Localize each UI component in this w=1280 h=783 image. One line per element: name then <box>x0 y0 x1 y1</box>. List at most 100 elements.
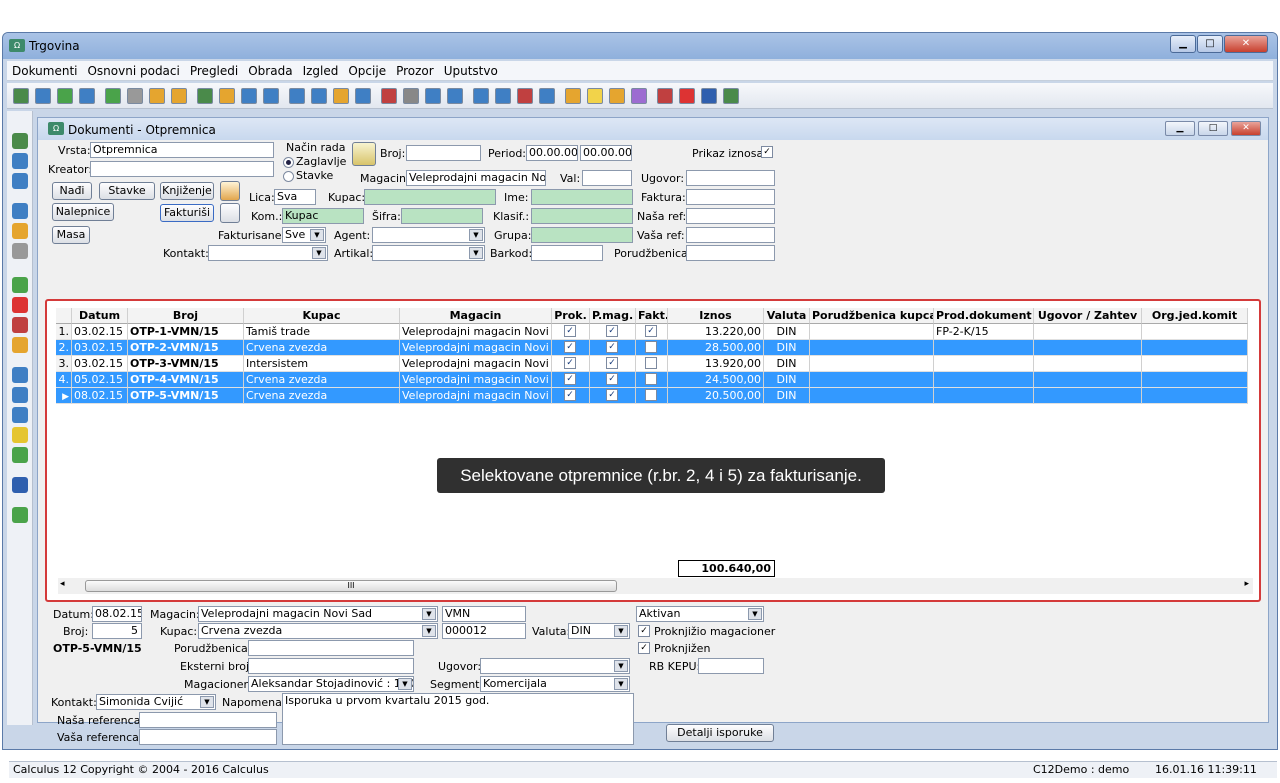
user-lock-icon[interactable] <box>220 181 240 201</box>
table-row[interactable]: 4. 05.02.15 OTP-4-VMN/15 Crvena zvezda Velep… <box>56 372 1254 388</box>
detail-nasa-ref-field[interactable] <box>139 712 277 728</box>
toolbar-tool-icon[interactable] <box>263 88 279 104</box>
toolbar-tool-icon[interactable] <box>105 88 121 104</box>
barkod-field[interactable] <box>531 245 603 261</box>
pmag-checkbox[interactable]: ✓ <box>590 324 636 340</box>
toolbar-tool-icon[interactable] <box>355 88 371 104</box>
kreator-field[interactable] <box>90 161 274 177</box>
artikal-select[interactable]: ▼ <box>372 245 485 261</box>
toolbar-tool-icon[interactable] <box>517 88 533 104</box>
nasa-ref-filter-field[interactable] <box>686 208 775 224</box>
toolbar-tool-icon[interactable] <box>35 88 51 104</box>
side-tool-icon[interactable] <box>12 507 28 523</box>
porudzbenica-filter-field[interactable] <box>686 245 775 261</box>
side-tool-icon[interactable] <box>12 133 28 149</box>
vrsta-field[interactable]: Otpremnica <box>90 142 274 158</box>
menu-obrada[interactable]: Obrada <box>243 61 297 81</box>
val-field[interactable] <box>582 170 632 186</box>
pmag-check-box[interactable]: ✓ <box>606 341 618 353</box>
side-tool-icon[interactable] <box>12 203 28 219</box>
table-row[interactable]: 2. 03.02.15 OTP-2-VMN/15 Crvena zvezda Velep… <box>56 340 1254 356</box>
broj-field[interactable] <box>406 145 481 161</box>
fakt-checkbox[interactable] <box>636 388 668 404</box>
menu-izgled[interactable]: Izgled <box>298 61 344 81</box>
side-tool-icon[interactable] <box>12 447 28 463</box>
kontakt-filter-select[interactable]: ▼ <box>208 245 328 261</box>
menu-pregledi[interactable]: Pregledi <box>185 61 243 81</box>
toolbar-tool-icon[interactable] <box>79 88 95 104</box>
side-tool-icon[interactable] <box>12 277 28 293</box>
column-header-magacin[interactable]: Magacin <box>400 308 552 324</box>
toolbar-tool-icon[interactable] <box>587 88 603 104</box>
nalepnice-button[interactable]: Nalepnice <box>52 203 114 221</box>
toolbar-tool-icon[interactable] <box>723 88 739 104</box>
prok-checkbox[interactable]: ✓ <box>552 372 590 388</box>
toolbar-tool-icon[interactable] <box>447 88 463 104</box>
side-tool-icon[interactable] <box>12 153 28 169</box>
ime-field[interactable] <box>531 189 633 205</box>
magacin-filter-field[interactable]: Veleprodajni magacin Novi Sad <box>406 170 546 186</box>
detail-magacin-select[interactable]: Veleprodajni magacin Novi Sad ▼ <box>198 606 438 622</box>
toolbar-tool-icon[interactable] <box>13 88 29 104</box>
menu-osnovni-podaci[interactable]: Osnovni podaci <box>82 61 184 81</box>
grupa-field[interactable] <box>531 227 633 243</box>
horizontal-scrollbar[interactable]: ◂ III ▸ <box>58 578 1253 594</box>
toolbar-tool-icon[interactable] <box>657 88 673 104</box>
pmag-checkbox[interactable]: ✓ <box>590 388 636 404</box>
calculator-icon[interactable] <box>220 203 240 223</box>
column-header-fakt[interactable]: Fakt. <box>636 308 668 324</box>
lica-field[interactable]: Sva <box>274 189 316 205</box>
fakturisi-button[interactable]: Fakturiši <box>160 204 214 222</box>
side-tool-icon[interactable] <box>12 297 28 313</box>
detail-magacin-code[interactable]: VMN <box>442 606 526 622</box>
toolbar-tool-icon[interactable] <box>609 88 625 104</box>
menu-dokumenti[interactable]: Dokumenti <box>7 61 82 81</box>
table-row[interactable]: ▶ 08.02.15 OTP-5-VMN/15 Crvena zvezda Velepr… <box>56 388 1254 404</box>
agent-select[interactable]: ▼ <box>372 227 485 243</box>
proknjizio-checkbox[interactable]: ✓ <box>638 625 650 637</box>
menu-uputstvo[interactable]: Uputstvo <box>439 61 503 81</box>
row-number[interactable]: 4. <box>56 372 72 388</box>
column-header-datum[interactable]: Datum <box>72 308 128 324</box>
period-from-field[interactable]: 00.00.00 <box>526 145 578 161</box>
detail-valuta-select[interactable]: DIN ▼ <box>568 623 630 639</box>
row-number[interactable]: 1. <box>56 324 72 340</box>
column-header-iznos[interactable]: Iznos <box>668 308 764 324</box>
prok-checkbox[interactable]: ✓ <box>552 388 590 404</box>
prok-check-box[interactable]: ✓ <box>564 325 576 337</box>
table-row[interactable]: 1. 03.02.15 OTP-1-VMN/15 Tamiš trade Velepro… <box>56 324 1254 340</box>
side-tool-icon[interactable] <box>12 407 28 423</box>
fakt-checkbox[interactable] <box>636 340 668 356</box>
kupac-filter-field[interactable] <box>364 189 496 205</box>
close-button[interactable]: ✕ <box>1224 35 1268 53</box>
side-tool-icon[interactable] <box>12 223 28 239</box>
column-header-broj[interactable]: Broj <box>128 308 244 324</box>
detail-magacioner-select[interactable]: Aleksandar Stojadinović : 100 ▼ <box>248 676 414 692</box>
child-minimize-button[interactable]: ▁ <box>1165 121 1195 136</box>
toolbar-tool-icon[interactable] <box>241 88 257 104</box>
child-maximize-button[interactable]: □ <box>1198 121 1228 136</box>
column-header-valuta[interactable]: Valuta <box>764 308 810 324</box>
table-row[interactable]: 3. 03.02.15 OTP-3-VMN/15 Intersistem Velepro… <box>56 356 1254 372</box>
toolbar-tool-icon[interactable] <box>289 88 305 104</box>
rb-kepu-field[interactable] <box>698 658 764 674</box>
pmag-check-box[interactable]: ✓ <box>606 357 618 369</box>
side-tool-icon[interactable] <box>12 367 28 383</box>
pmag-check-box[interactable]: ✓ <box>606 389 618 401</box>
detail-segment-select[interactable]: Komercijala ▼ <box>480 676 630 692</box>
toolbar-tool-icon[interactable] <box>333 88 349 104</box>
stavke-radio[interactable] <box>283 171 294 182</box>
toolbar-tool-icon[interactable] <box>425 88 441 104</box>
side-tool-icon[interactable] <box>12 337 28 353</box>
pmag-check-box[interactable]: ✓ <box>606 373 618 385</box>
detail-kupac-select[interactable]: Crvena zvezda ▼ <box>198 623 438 639</box>
prok-check-box[interactable]: ✓ <box>564 373 576 385</box>
scroll-left-icon[interactable]: ◂ <box>60 579 65 589</box>
klasif-field[interactable] <box>531 208 633 224</box>
toolbar-tool-icon[interactable] <box>127 88 143 104</box>
child-close-button[interactable]: ✕ <box>1231 121 1261 136</box>
detail-datum-field[interactable]: 08.02.15 <box>92 606 142 622</box>
prok-checkbox[interactable]: ✓ <box>552 340 590 356</box>
column-header-ugovor[interactable]: Ugovor / Zahtev <box>1034 308 1142 324</box>
fakt-checkbox[interactable] <box>636 356 668 372</box>
